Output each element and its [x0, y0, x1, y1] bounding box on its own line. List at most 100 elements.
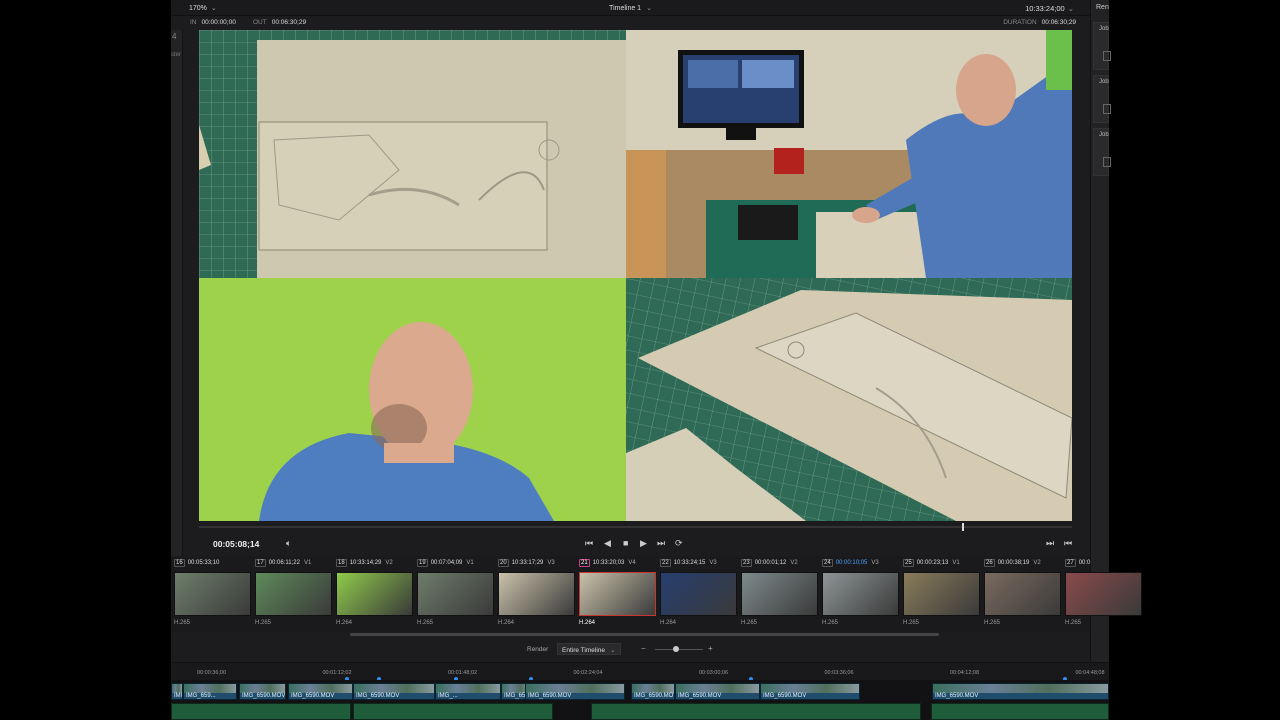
viewer-scrub-bar[interactable] [199, 526, 1072, 528]
duration: DURATION 00:06:30;29 [1003, 19, 1076, 26]
timeline-clip[interactable]: IMG_6590.MOV [353, 683, 435, 700]
timeline-clip[interactable]: IMG_... [435, 683, 501, 700]
timeline-clip[interactable]: IMG_6590.MOV [288, 683, 353, 700]
clip-thumbnail-image [498, 572, 575, 616]
clip-thumbnail-header: 17 00:06:11;22 V1 [255, 559, 333, 568]
clip-track: V2 [790, 560, 798, 566]
timecode-dropdown[interactable]: 10:33:24;00 ⌄ [1025, 4, 1074, 13]
timeline-clip-thumbnail [526, 684, 624, 693]
previous-edit-icon[interactable]: ⏭︎ [1046, 537, 1054, 549]
job-card[interactable]: Job [1093, 75, 1111, 123]
ruler-tick-label: 00:02:24;04 [573, 670, 603, 676]
step-back-icon[interactable]: ◀︎ [604, 537, 611, 549]
skip-to-end-icon[interactable]: ⏭︎ [657, 537, 665, 549]
timeline-clip[interactable]: IMG_6590.MOV [631, 683, 675, 700]
clip-track: V2 [1033, 560, 1041, 566]
timeline-clip[interactable]: IMG_6590.MOV [675, 683, 760, 700]
render-label: Render [527, 646, 549, 653]
audio-clip[interactable] [171, 703, 351, 720]
clip-thumbnail-image [1065, 572, 1142, 616]
timeline-clip-label: IMG_6590.MOV [528, 693, 572, 699]
duration-value: 00:06:30;29 [1041, 19, 1076, 26]
zoom-out-icon[interactable]: − [641, 644, 646, 653]
clip-thumbnail-image [984, 572, 1061, 616]
ruler-tick-label: 00:04:48;08 [1075, 670, 1105, 676]
timeline-clip[interactable]: IMG_6590.MOV [760, 683, 860, 700]
clip-track: V3 [709, 560, 717, 566]
clip-thumbnail[interactable]: 19 00:07:04;09 V1 H.265 [414, 556, 495, 632]
cutting-mat-image [199, 30, 626, 278]
clip-thumbnail[interactable]: 27 00:0 H.265 [1062, 556, 1143, 632]
zoom-slider-handle[interactable] [673, 646, 679, 652]
clip-thumbnail[interactable]: 18 10:33:14;29 V2 H.264 [333, 556, 414, 632]
video-viewer[interactable] [199, 30, 1072, 521]
timeline-clip-thumbnail [354, 684, 434, 693]
audio-clip[interactable] [931, 703, 1109, 720]
chevron-down-icon: ⌄ [610, 647, 616, 654]
clip-thumbnail-image [255, 572, 332, 616]
clip-timecode: 00:00:10;05 [835, 560, 868, 566]
timeline-ruler[interactable]: 00:00:36;00 00:01:12;02 00:01:48;02 00:02:2… [171, 662, 1109, 681]
clip-thumbnail[interactable]: 20 10:33:17;29 V3 H.264 [495, 556, 576, 632]
timeline-clip-label: IMG_6590.MOV [935, 693, 979, 699]
ruler-tick-label: 00:03:00;06 [699, 670, 729, 676]
clip-thumbnail[interactable]: 22 10:33:24;15 V3 H.264 [657, 556, 738, 632]
timeline-title-dropdown[interactable]: Timeline 1 ⌄ [171, 4, 1090, 12]
clip-thumbnail-image [903, 572, 980, 616]
clip-track: V2 [385, 560, 393, 566]
skip-to-start-icon[interactable]: ⏮︎ [585, 537, 593, 549]
viewer-playhead[interactable] [962, 523, 964, 531]
clip-track: V3 [871, 560, 879, 566]
render-range-dropdown[interactable]: Entire Timeline ⌄ [557, 643, 621, 655]
clip-thumbnail[interactable]: 23 00:00:01;12 V2 H.265 [738, 556, 819, 632]
current-timecode: 00:05:08;14 [213, 539, 260, 549]
timeline-clip[interactable]: IMG_6590.MOV [239, 683, 286, 700]
loop-icon[interactable]: ⟳ [675, 537, 683, 549]
clip-thumbnail[interactable]: 17 00:06:11;22 V1 H.265 [252, 556, 333, 632]
stop-icon[interactable]: ■ [623, 537, 628, 549]
clip-thumbnail[interactable]: 16 00:05:33;10 H.265 [171, 556, 252, 632]
timeline-clip-thumbnail [436, 684, 500, 693]
next-edit-icon[interactable]: ⏮︎ [1064, 537, 1072, 549]
duration-label: DURATION [1003, 19, 1037, 26]
clip-codec: H.265 [903, 620, 920, 626]
clip-thumbnail[interactable]: 24 00:00:10;05 V3 H.265 [819, 556, 900, 632]
clip-number: 24 [822, 559, 833, 567]
job-card[interactable]: Job [1093, 128, 1111, 176]
clip-thumbnail[interactable]: 26 00:00:38;19 V2 H.265 [981, 556, 1062, 632]
viewer-quadrant-presenter [626, 30, 1072, 278]
left-panel-text: 4 [172, 32, 177, 41]
job-label: Job [1099, 79, 1109, 85]
timeline-clip[interactable]: IMG_659... [183, 683, 237, 700]
ruler-tick-label: 00:00:36;00 [197, 670, 227, 676]
ruler-tick-label: 00:03:36;06 [824, 670, 854, 676]
volume-icon[interactable]: 🔈︎ [286, 538, 291, 549]
play-icon[interactable]: ▶︎ [640, 537, 647, 549]
chevron-down-icon: ⌄ [646, 5, 652, 12]
thumbnail-scrollbar[interactable] [350, 633, 939, 636]
timeline-clip[interactable]: IMG_6590.MOV [525, 683, 625, 700]
clip-track: V1 [303, 560, 312, 566]
timeline-title: Timeline 1 [609, 5, 642, 12]
audio-clip[interactable] [353, 703, 553, 720]
clip-thumbnail[interactable]: 21 10:33:20;03 V4 H.264 [576, 556, 657, 632]
job-card[interactable]: Job [1093, 22, 1111, 70]
viewer-header: 170% ⌄ Timeline 1 ⌄ 10:33:24;00 ⌄ [171, 0, 1090, 16]
in-out-bar: IN 00:00:00;00 OUT 00:06:30;29 DURATION 00:… [171, 16, 1090, 30]
viewer-quadrant-greenscreen [199, 278, 626, 521]
zoom-in-icon[interactable]: + [708, 644, 713, 653]
in-value: 00:00:00;00 [201, 19, 236, 26]
job-thumb [1103, 157, 1111, 167]
clip-codec: H.265 [1065, 620, 1082, 626]
clip-number: 20 [498, 559, 509, 567]
timeline-clip[interactable]: IMG_6590.MOV [932, 683, 1109, 700]
clip-thumbnail-header: 26 00:00:38;19 V2 [984, 559, 1062, 568]
clip-thumbnail-header: 24 00:00:10;05 V3 [822, 559, 900, 568]
job-thumb [1103, 51, 1111, 61]
audio-clip[interactable] [591, 703, 921, 720]
clip-thumbnail[interactable]: 25 00:00:23;13 V1 H.265 [900, 556, 981, 632]
clip-thumbnail-image [579, 572, 656, 616]
zoom-slider-track[interactable] [655, 649, 703, 650]
timeline-clip-label: IMG_6590.MOV [242, 693, 286, 699]
timeline-clip[interactable]: IMG_6590.MOV [171, 683, 183, 700]
